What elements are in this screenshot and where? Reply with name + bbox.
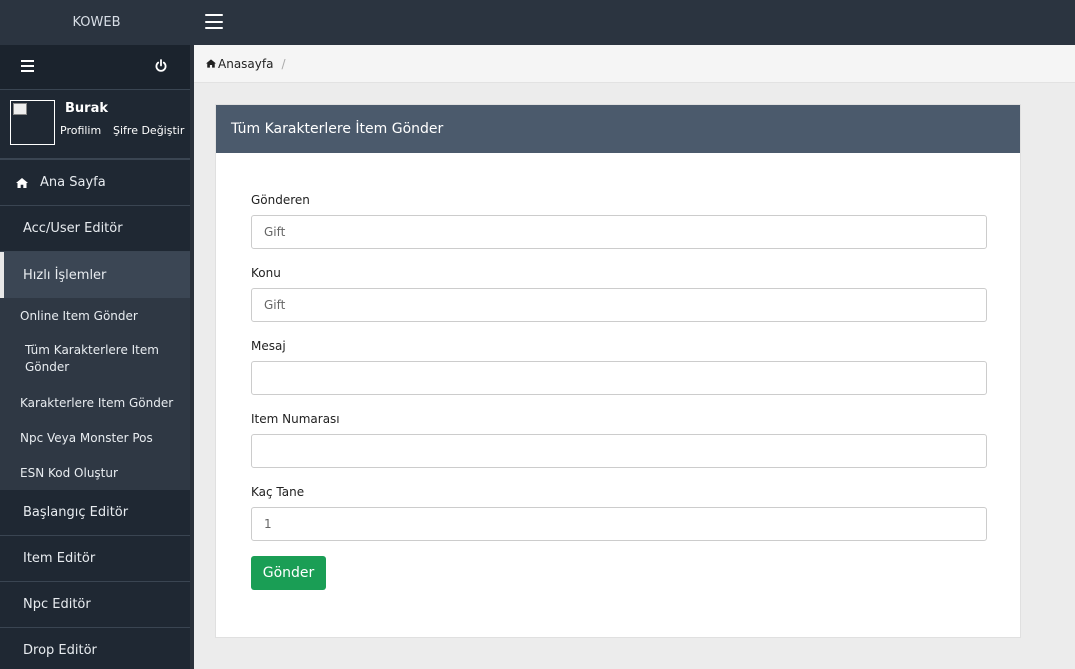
submenu-item-esn-code[interactable]: ESN Kod Oluştur bbox=[0, 455, 190, 490]
sidebar-toolbar bbox=[0, 45, 190, 90]
quantity-label: Kaç Tane bbox=[251, 485, 305, 499]
sidebar-item-quick-actions[interactable]: Hızlı İşlemler bbox=[0, 252, 190, 298]
user-panel: Burak Profilim Şifre Değiştir bbox=[0, 90, 190, 160]
sidebar-item-acc-user-editor[interactable]: Acc/User Editör bbox=[0, 206, 190, 252]
sidebar-item-home[interactable]: Ana Sayfa bbox=[0, 160, 190, 206]
sidebar-item-label: Npc Editör bbox=[23, 597, 91, 612]
sender-label: Gönderen bbox=[251, 193, 310, 207]
form-panel: Tüm Karakterlere İtem Gönder Gönderen Ko… bbox=[215, 104, 1021, 638]
send-item-form: Gönderen Konu Mesaj Item Numarası Kaç Ta… bbox=[216, 153, 1020, 590]
submenu-item-online-item-send[interactable]: Online Item Gönder bbox=[0, 298, 190, 333]
sidebar-item-start-editor[interactable]: Başlangıç Editör bbox=[0, 490, 190, 536]
home-icon bbox=[206, 59, 216, 68]
sidebar-item-label: Acc/User Editör bbox=[23, 221, 123, 236]
submenu-item-npc-monster-pos[interactable]: Npc Veya Monster Pos bbox=[0, 420, 190, 455]
sidebar-item-label: Hızlı İşlemler bbox=[23, 267, 107, 283]
sidebar-item-label: Drop Editör bbox=[23, 643, 97, 658]
menu-toggle-icon[interactable] bbox=[205, 14, 223, 29]
sidebar-submenu: Online Item Gönder Tüm Karakterlere Item… bbox=[0, 298, 190, 490]
submit-button[interactable]: Gönder bbox=[251, 556, 326, 590]
sidebar-item-label: Item Editör bbox=[23, 551, 96, 566]
sidebar-item-npc-editor[interactable]: Npc Editör bbox=[0, 582, 190, 628]
breadcrumb-home-link[interactable]: Anasayfa bbox=[218, 57, 273, 71]
submenu-item-characters-item-send[interactable]: Karakterlere Item Gönder bbox=[0, 385, 190, 420]
sidebar-item-label: Ana Sayfa bbox=[40, 175, 106, 190]
item-number-label: Item Numarası bbox=[251, 412, 340, 426]
sidebar: Burak Profilim Şifre Değiştir Ana Sayfa … bbox=[0, 45, 190, 669]
avatar bbox=[10, 100, 55, 145]
panel-title: Tüm Karakterlere İtem Gönder bbox=[216, 105, 1020, 153]
breadcrumb: Anasayfa / bbox=[194, 45, 1075, 83]
sidebar-item-drop-editor[interactable]: Drop Editör bbox=[0, 628, 190, 669]
top-navbar: KOWEB bbox=[0, 0, 1075, 45]
subject-label: Konu bbox=[251, 266, 281, 280]
user-name: Burak bbox=[65, 101, 108, 116]
brand-logo[interactable]: KOWEB bbox=[0, 0, 193, 45]
item-number-input[interactable] bbox=[251, 434, 987, 468]
change-password-link[interactable]: Şifre Değiştir bbox=[113, 124, 184, 137]
message-label: Mesaj bbox=[251, 339, 286, 353]
home-icon bbox=[16, 177, 28, 188]
power-icon[interactable] bbox=[155, 59, 167, 73]
sidebar-collapse-icon[interactable] bbox=[21, 60, 34, 72]
sidebar-item-label: Başlangıç Editör bbox=[23, 505, 129, 520]
message-input[interactable] bbox=[251, 361, 987, 395]
breadcrumb-separator: / bbox=[281, 56, 286, 71]
quantity-input[interactable] bbox=[251, 507, 987, 541]
sidebar-item-item-editor[interactable]: Item Editör bbox=[0, 536, 190, 582]
submenu-item-all-characters-item-send[interactable]: Tüm Karakterlere Item Gönder bbox=[0, 333, 165, 385]
main-content: Tüm Karakterlere İtem Gönder Gönderen Ko… bbox=[194, 83, 1075, 669]
sender-input[interactable] bbox=[251, 215, 987, 249]
subject-input[interactable] bbox=[251, 288, 987, 322]
broken-image-icon bbox=[13, 103, 27, 115]
profile-link[interactable]: Profilim bbox=[60, 124, 101, 137]
